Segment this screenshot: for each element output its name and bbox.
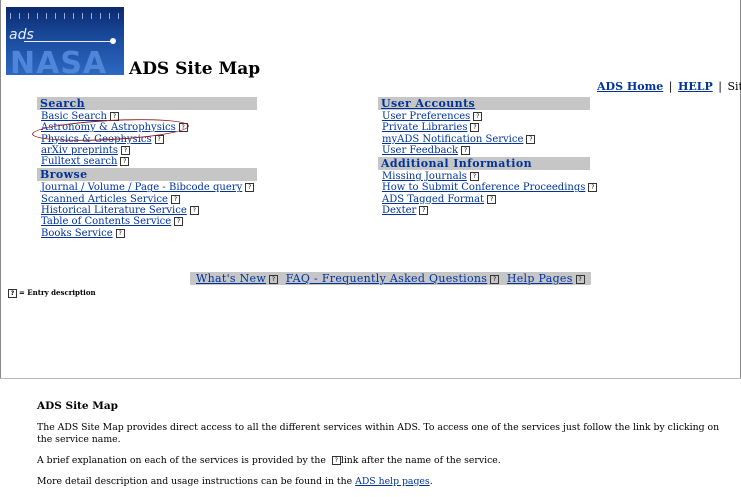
historical-literature-link[interactable]: Historical Literature Service	[41, 205, 187, 216]
info-icon[interactable]	[269, 274, 279, 284]
info-icon[interactable]	[469, 172, 479, 182]
info-icon[interactable]	[189, 206, 199, 216]
list-item: Books Service	[41, 228, 257, 239]
list-item: Historical Literature Service	[41, 205, 257, 216]
legend-text: = Entry description	[19, 288, 96, 297]
logo-ticks	[10, 13, 120, 19]
info-icon[interactable]	[115, 228, 125, 238]
description-text: link after the name of the service.	[340, 455, 501, 466]
section-divider	[0, 378, 741, 379]
list-item: Table of Contents Service	[41, 216, 257, 227]
description-paragraph: More detail description and usage instru…	[37, 476, 737, 488]
page-title: ADS Site Map	[129, 59, 261, 79]
ads-home-link[interactable]: ADS Home	[597, 80, 663, 93]
info-icon[interactable]	[170, 194, 180, 204]
info-icon[interactable]	[174, 217, 184, 227]
description-paragraph: The ADS Site Map provides direct access …	[37, 422, 720, 445]
ads-help-pages-link[interactable]: ADS help pages	[355, 476, 430, 487]
browse-header: Browse	[37, 168, 257, 182]
additional-info-header-label: Additional Information	[381, 157, 532, 171]
info-icon	[8, 288, 17, 298]
description-text: .	[429, 476, 433, 487]
nav-separator: |	[718, 80, 722, 93]
logo-swoosh	[24, 41, 114, 42]
books-service-link[interactable]: Books Service	[41, 228, 113, 239]
list-item: Private Libraries	[382, 122, 590, 133]
list-item: arXiv preprints	[41, 145, 257, 156]
user-accounts-header-label[interactable]: User Accounts	[381, 97, 475, 110]
description-section: ADS Site Map The ADS Site Map provides d…	[37, 400, 737, 497]
missing-journals-link[interactable]: Missing Journals	[382, 171, 467, 182]
submit-proceedings-link[interactable]: How to Submit Conference Proceedings	[382, 182, 585, 193]
description-text: More detail description and usage instru…	[37, 476, 353, 487]
faq-link[interactable]: FAQ - Frequently Asked Questions	[286, 272, 488, 285]
info-icon[interactable]	[461, 145, 471, 155]
browse-header-label: Browse	[40, 168, 88, 182]
list-item: Journal / Volume / Page - Bibcode query	[41, 182, 257, 193]
info-icon	[331, 456, 341, 465]
list-item: User Preferences	[382, 111, 590, 122]
additional-info-header: Additional Information	[378, 157, 590, 171]
fulltext-search-link[interactable]: Fulltext search	[41, 156, 117, 167]
list-item: Missing Journals	[382, 171, 590, 182]
additional-info-list: Missing Journals How to Submit Conferenc…	[378, 171, 598, 216]
window-left-border	[0, 0, 1, 378]
info-icon[interactable]	[120, 145, 130, 155]
info-icon[interactable]	[245, 183, 255, 193]
legend: = Entry description	[8, 288, 96, 298]
whats-new-link[interactable]: What's New	[196, 272, 266, 285]
list-item: Dexter	[382, 205, 590, 216]
user-accounts-header[interactable]: User Accounts	[378, 97, 590, 110]
search-header-label[interactable]: Search	[40, 97, 85, 110]
table-of-contents-link[interactable]: Table of Contents Service	[41, 216, 171, 227]
list-item: User Feedback	[382, 145, 590, 156]
list-item: Fulltext search	[41, 156, 257, 167]
nav-separator: |	[668, 80, 673, 93]
dexter-link[interactable]: Dexter	[382, 205, 416, 216]
bibcode-query-link[interactable]: Journal / Volume / Page - Bibcode query	[41, 182, 242, 193]
ads-nasa-logo[interactable]: ads NASA	[6, 7, 124, 75]
description-text: A brief explanation on each of the servi…	[37, 455, 326, 466]
help-pages-link[interactable]: Help Pages	[507, 272, 573, 285]
description-title: ADS Site Map	[37, 400, 119, 412]
user-accounts-list: User Preferences Private Libraries myADS…	[378, 111, 590, 156]
list-item: Scanned Articles Service	[41, 194, 257, 205]
scanned-articles-link[interactable]: Scanned Articles Service	[41, 194, 168, 205]
help-link[interactable]: HELP	[678, 80, 713, 93]
info-icon[interactable]	[490, 274, 500, 284]
tagged-format-link[interactable]: ADS Tagged Format	[382, 194, 484, 205]
user-preferences-link[interactable]: User Preferences	[382, 111, 470, 122]
arxiv-preprints-link[interactable]: arXiv preprints	[41, 145, 118, 156]
list-item: myADS Notification Service	[382, 134, 590, 145]
sitemap-current: Sitemap	[727, 80, 741, 93]
logo-nasa-text: NASA	[10, 46, 108, 75]
info-icon[interactable]	[575, 274, 585, 284]
info-icon[interactable]	[419, 206, 429, 216]
private-libraries-link[interactable]: Private Libraries	[382, 122, 467, 133]
myads-notification-link[interactable]: myADS Notification Service	[382, 134, 523, 145]
info-icon[interactable]	[487, 194, 497, 204]
info-icon[interactable]	[473, 112, 483, 121]
info-icon[interactable]	[588, 183, 598, 193]
top-navigation: ADS Home | HELP | Sitemap	[597, 80, 741, 93]
browse-list: Journal / Volume / Page - Bibcode query …	[37, 182, 257, 239]
list-item: How to Submit Conference Proceedings	[382, 182, 598, 193]
right-column: User Accounts User Preferences Private L…	[378, 97, 598, 217]
search-header[interactable]: Search	[37, 97, 257, 110]
list-item: ADS Tagged Format	[382, 194, 590, 205]
user-feedback-link[interactable]: User Feedback	[382, 145, 458, 156]
logo-star	[110, 38, 116, 44]
bottom-navigation: What's New FAQ - Frequently Asked Questi…	[190, 272, 591, 285]
info-icon[interactable]	[154, 134, 164, 144]
info-icon[interactable]	[526, 134, 536, 144]
info-icon[interactable]	[470, 123, 480, 133]
info-icon[interactable]	[120, 157, 130, 167]
description-paragraph: A brief explanation on each of the servi…	[37, 455, 737, 467]
